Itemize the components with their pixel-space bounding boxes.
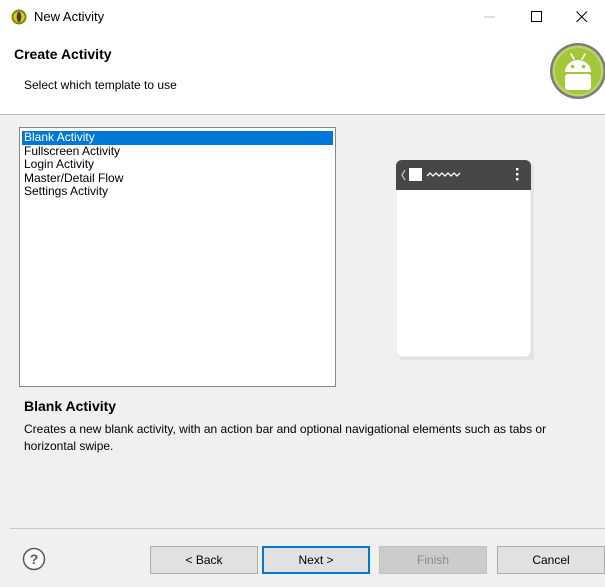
- android-logo-icon: [550, 43, 605, 99]
- description-title: Blank Activity: [24, 398, 117, 414]
- close-button[interactable]: [559, 0, 605, 34]
- maximize-button[interactable]: [514, 0, 560, 34]
- app-icon: [11, 9, 27, 25]
- cancel-button[interactable]: Cancel: [497, 546, 605, 574]
- template-item-fullscreen-activity[interactable]: Fullscreen Activity: [22, 144, 333, 159]
- svg-text:?: ?: [30, 551, 39, 567]
- maximize-icon: [531, 11, 542, 22]
- page-subtitle: Select which template to use: [24, 78, 177, 92]
- window-title: New Activity: [34, 9, 105, 24]
- template-item-blank-activity[interactable]: Blank Activity: [22, 130, 333, 145]
- header-divider: [0, 114, 605, 115]
- minimize-button[interactable]: [467, 0, 513, 34]
- template-item-master-detail-flow[interactable]: Master/Detail Flow: [22, 171, 333, 186]
- back-button[interactable]: < Back: [150, 546, 258, 574]
- minimize-icon: [484, 16, 495, 18]
- template-preview: [396, 160, 534, 360]
- finish-button[interactable]: Finish: [379, 546, 487, 574]
- description-text: Creates a new blank activity, with an ac…: [24, 422, 547, 453]
- window-titlebar: New Activity: [0, 0, 605, 34]
- help-icon[interactable]: ?: [22, 547, 46, 571]
- template-item-settings-activity[interactable]: Settings Activity: [22, 184, 333, 199]
- template-item-login-activity[interactable]: Login Activity: [22, 157, 333, 172]
- next-button[interactable]: Next >: [262, 546, 370, 574]
- close-icon: [576, 11, 588, 23]
- page-title: Create Activity: [14, 46, 112, 62]
- footer-divider: [10, 528, 605, 529]
- template-list[interactable]: Blank Activity Fullscreen Activity Login…: [19, 127, 336, 387]
- wizard-header: Create Activity Select which template to…: [0, 34, 605, 114]
